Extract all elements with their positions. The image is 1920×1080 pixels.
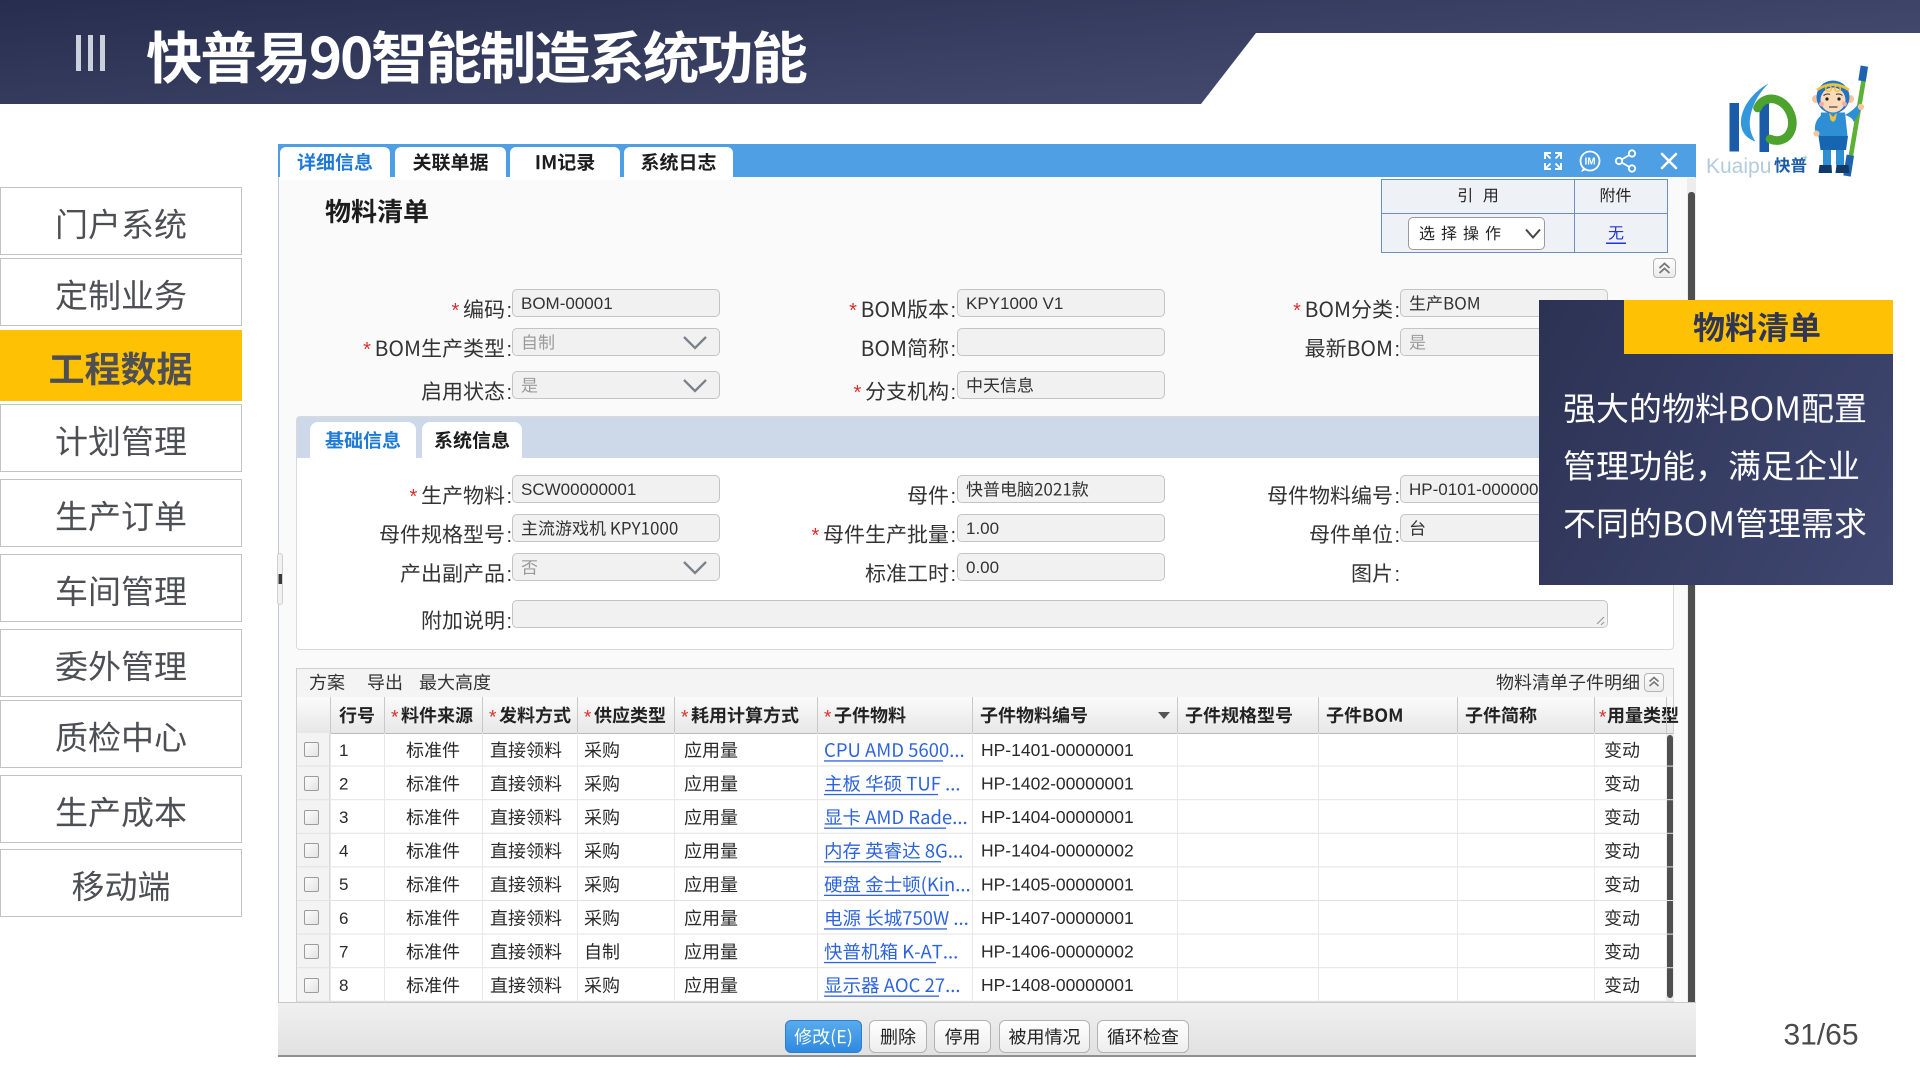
svg-text:*: * xyxy=(584,708,592,729)
svg-text::: : xyxy=(507,525,513,547)
svg-text:*: * xyxy=(849,300,857,322)
svg-text:HP-1401-00000001: HP-1401-00000001 xyxy=(981,740,1134,760)
svg-text:*: * xyxy=(1293,300,1301,322)
svg-text:HP-1404-00000002: HP-1404-00000002 xyxy=(981,841,1134,861)
svg-text:*: * xyxy=(363,339,371,361)
svg-text:Kuaipu: Kuaipu xyxy=(1706,155,1771,178)
svg-text::: : xyxy=(951,564,957,586)
svg-text::: : xyxy=(1395,486,1401,508)
svg-text::: : xyxy=(507,382,513,404)
svg-text:*: * xyxy=(391,708,399,729)
svg-text:0.00: 0.00 xyxy=(966,558,999,577)
svg-text:HP-1405-00000001: HP-1405-00000001 xyxy=(981,874,1134,894)
svg-text::: : xyxy=(507,611,513,633)
svg-text::: : xyxy=(507,339,513,361)
svg-text:HP-1402-00000001: HP-1402-00000001 xyxy=(981,774,1134,794)
svg-text::: : xyxy=(951,382,957,404)
svg-text:BOM-00001: BOM-00001 xyxy=(521,294,613,313)
svg-text::: : xyxy=(507,486,513,508)
svg-text::: : xyxy=(951,525,957,547)
svg-text:3: 3 xyxy=(339,808,348,827)
svg-text::: : xyxy=(1395,300,1401,322)
svg-text::: : xyxy=(1395,339,1401,361)
svg-text:*: * xyxy=(1803,154,1808,166)
svg-text:31/65: 31/65 xyxy=(1783,1019,1858,1052)
svg-text::: : xyxy=(951,486,957,508)
svg-text:6: 6 xyxy=(339,909,348,928)
svg-text:4: 4 xyxy=(339,842,348,861)
svg-text:*: * xyxy=(1599,708,1607,729)
svg-text:*: * xyxy=(854,382,862,404)
svg-text:*: * xyxy=(489,708,497,729)
svg-text:*: * xyxy=(681,708,689,729)
svg-text:HP-1408-00000001: HP-1408-00000001 xyxy=(981,975,1134,995)
svg-text:HP-1407-00000001: HP-1407-00000001 xyxy=(981,908,1134,928)
svg-text::: : xyxy=(507,300,513,322)
svg-text:HP-0101-000000: HP-0101-000000 xyxy=(1409,480,1538,499)
svg-text:8: 8 xyxy=(339,976,348,995)
svg-text:*: * xyxy=(452,300,460,322)
svg-text:*: * xyxy=(812,525,820,547)
svg-text:SCW00000001: SCW00000001 xyxy=(521,480,636,499)
svg-text:KPY1000 V1: KPY1000 V1 xyxy=(966,294,1063,313)
svg-text:HP-1404-00000001: HP-1404-00000001 xyxy=(981,807,1134,827)
svg-text::: : xyxy=(507,564,513,586)
svg-text:7: 7 xyxy=(339,942,348,961)
svg-text::: : xyxy=(1395,564,1401,586)
svg-text::: : xyxy=(951,300,957,322)
svg-text::: : xyxy=(1395,525,1401,547)
svg-text:IM: IM xyxy=(1584,157,1595,168)
svg-text:1: 1 xyxy=(339,741,348,760)
svg-text:HP-1406-00000002: HP-1406-00000002 xyxy=(981,942,1134,962)
svg-text:*: * xyxy=(410,486,418,508)
svg-text::: : xyxy=(951,339,957,361)
svg-text:5: 5 xyxy=(339,875,348,894)
svg-text:1.00: 1.00 xyxy=(966,519,999,538)
svg-text:*: * xyxy=(824,708,832,729)
svg-text:2: 2 xyxy=(339,774,348,793)
